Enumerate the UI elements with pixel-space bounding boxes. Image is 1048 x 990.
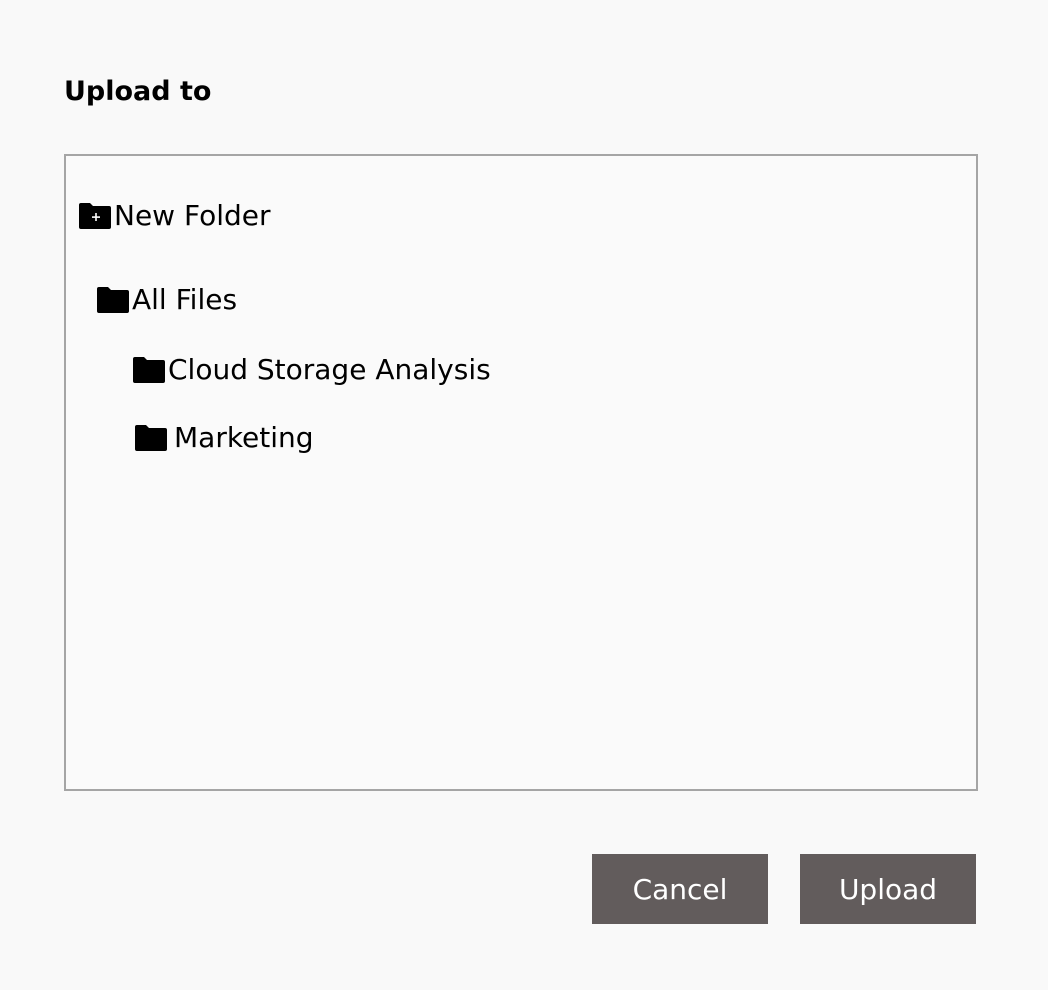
tree-item-label: All Files: [132, 283, 238, 316]
folder-icon: [96, 286, 130, 314]
folder-plus-icon: [78, 202, 112, 230]
upload-button[interactable]: Upload: [800, 854, 976, 924]
new-folder-label: New Folder: [114, 199, 271, 232]
tree-item-cloud-storage-analysis[interactable]: Cloud Storage Analysis: [132, 350, 491, 390]
tree-item-marketing[interactable]: Marketing: [134, 418, 314, 458]
cancel-button[interactable]: Cancel: [592, 854, 768, 924]
folder-icon: [132, 356, 166, 384]
tree-item-label: Marketing: [174, 421, 314, 454]
new-folder-item[interactable]: New Folder: [78, 196, 271, 236]
folder-tree[interactable]: New Folder All Files Cloud Storage Analy…: [64, 154, 978, 791]
tree-item-all-files[interactable]: All Files: [96, 280, 237, 320]
upload-dialog: Upload to New Folder All Files Cloud Sto…: [0, 0, 1048, 990]
dialog-title: Upload to: [64, 76, 212, 107]
tree-item-label: Cloud Storage Analysis: [168, 353, 491, 386]
folder-icon: [134, 424, 168, 452]
